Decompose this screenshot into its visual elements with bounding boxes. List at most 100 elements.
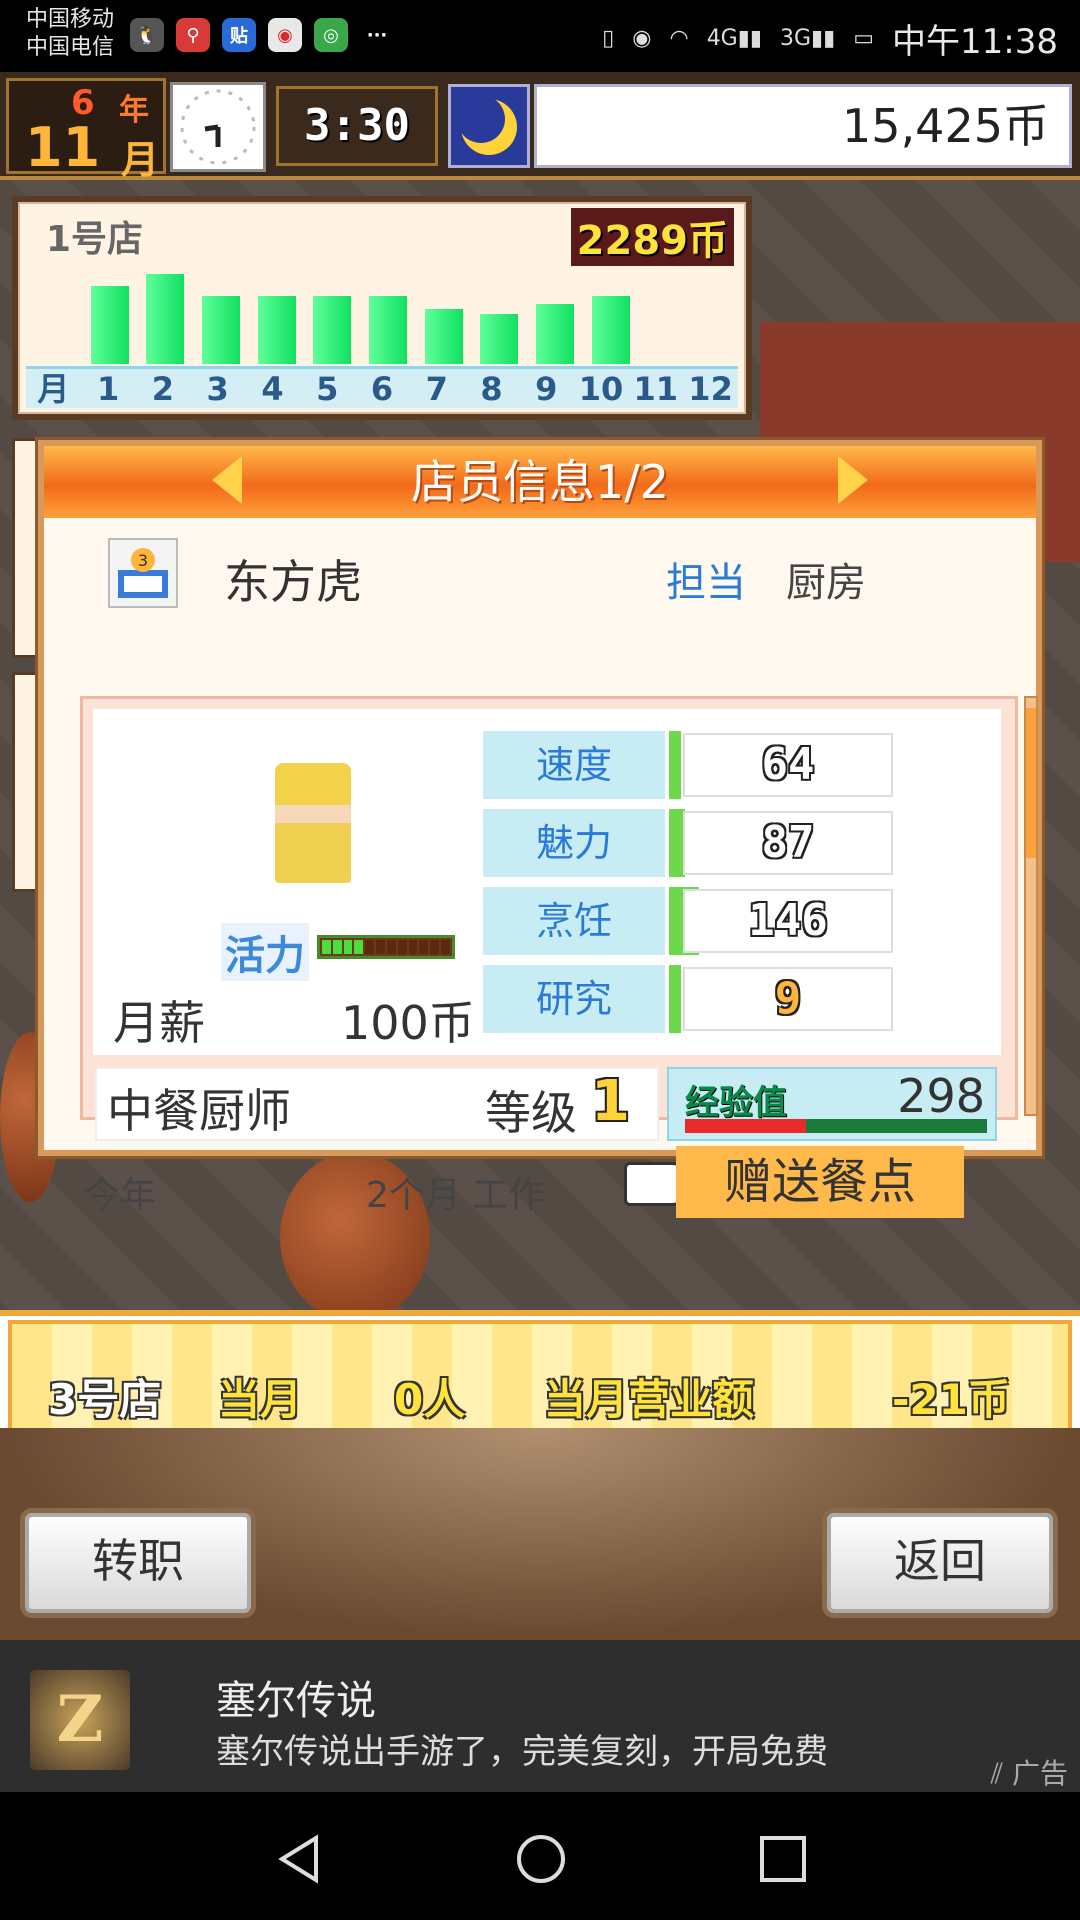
exp-label: 经验值 [685, 1083, 787, 1123]
exp-value: 298 [897, 1069, 985, 1123]
month-value: 11 [25, 116, 101, 179]
stat-speed: 速度 64 [483, 731, 893, 799]
scrollbar-thumb[interactable] [1026, 708, 1036, 858]
date-display: 6 年 11 月 [6, 78, 166, 182]
store-sales-panel[interactable]: 1号店 2289币 月 1 2 3 4 5 6 7 8 9 10 11 12 [12, 196, 752, 420]
status-bar: 中国移动 中国电信 🐧 ⚲ 贴 ◉ ◎ ··· ▯ ◉ ◠ 4G▮▮ 3G▮▮ … [0, 0, 1080, 72]
moon-icon [448, 84, 530, 168]
transfer-button[interactable]: 转职 [20, 1508, 256, 1618]
month-tick-label: 9 [535, 370, 558, 408]
month-tick-label: 3 [206, 370, 229, 408]
month-tick-label: 5 [316, 370, 339, 408]
stat-label: 魅力 [483, 809, 665, 877]
stat-label: 速度 [483, 731, 665, 799]
dept-label: 担当 [666, 560, 746, 606]
month-axis-label: 月 [37, 370, 70, 408]
stat-charm: 魅力 87 [483, 809, 893, 877]
notification-icons: 🐧 ⚲ 贴 ◉ ◎ ··· [130, 18, 394, 52]
ad-title[interactable]: 塞尔传说 [216, 1668, 376, 1726]
app-icon: ◎ [314, 18, 348, 52]
ticker-store: 3号店 [48, 1375, 162, 1424]
map-icon: ⚲ [176, 18, 210, 52]
vitality-segment [322, 940, 331, 954]
vitality-label: 活力 [221, 923, 309, 981]
weibo-icon: ◉ [268, 18, 302, 52]
prev-page-arrow-icon[interactable] [212, 456, 242, 504]
sales-bar [201, 296, 240, 364]
carrier-secondary: 中国电信 [26, 35, 115, 60]
vitality-segment [365, 940, 375, 954]
month-tick-label: 12 [688, 370, 733, 408]
gift-meal-button[interactable]: 赠送餐点 [676, 1146, 964, 1218]
level-value: 1 [591, 1069, 630, 1134]
wifi-icon: ◠ [669, 26, 689, 51]
dialog-header: 店员信息1/2 [44, 446, 1036, 518]
vitality-segment [430, 940, 440, 954]
month-tick-label: 1 [97, 370, 120, 408]
exp-bar [685, 1119, 987, 1133]
year-label: 今年 [84, 1175, 157, 1216]
stat-gauge [669, 731, 681, 799]
nav-home-icon[interactable] [514, 1832, 568, 1886]
dialog-title: 店员信息1/2 [410, 455, 670, 509]
game-time: 3:30 [276, 86, 438, 166]
job-title: 中餐厨师 [107, 1084, 291, 1138]
sales-bar [480, 314, 519, 364]
qq-icon: 🐧 [130, 18, 164, 52]
salary-value: 100币 [341, 996, 475, 1050]
tieba-icon: 贴 [222, 18, 256, 52]
stat-research: 研究 9 [483, 965, 893, 1033]
eye-icon: ◉ [632, 26, 652, 51]
month-tick-label: 6 [370, 370, 394, 408]
salary-label: 月薪 [113, 996, 205, 1050]
store-name: 1号店 [46, 219, 144, 260]
employee-info-panel: 活力 月薪 100币 速度 64 魅力 87 烹饪 146 研究 9 中餐厨师 … [80, 696, 1018, 1141]
month-tick-label: 4 [261, 370, 284, 408]
sales-bar [591, 296, 630, 364]
vitality-segment [408, 940, 418, 954]
month-label: 月 [121, 138, 160, 182]
vitality-segment [332, 940, 342, 954]
nav-back-icon[interactable] [272, 1832, 326, 1886]
ad-description[interactable]: 塞尔传说出手游了，完美复刻，开局免费 [216, 1724, 828, 1773]
sales-bar [313, 296, 352, 364]
navigation-bar [0, 1792, 1080, 1920]
dialog-scrollbar[interactable] [1024, 696, 1038, 1116]
ticker-sales-value: -21币 [892, 1375, 1010, 1424]
vitality-segment [397, 940, 407, 954]
stats-table: 速度 64 魅力 87 烹饪 146 研究 9 [483, 731, 893, 1037]
level-label: 等级 [485, 1086, 577, 1140]
ad-banner[interactable]: Z 塞尔传说 塞尔传说出手游了，完美复刻，开局免费 ⫽ 广告 [0, 1640, 1080, 1792]
vitality-segment [386, 940, 396, 954]
stat-label: 研究 [483, 965, 665, 1033]
carrier-primary: 中国移动 [26, 7, 115, 32]
month-tick-label: 8 [480, 370, 503, 408]
employee-rank-icon: 3 [108, 538, 178, 608]
ad-app-icon[interactable]: Z [30, 1670, 130, 1770]
ticker-count: 0人 [394, 1375, 466, 1424]
sales-bar [536, 304, 575, 364]
clock-time: 中午11:38 [892, 22, 1058, 62]
employee-name: 东方虎 [224, 555, 362, 609]
clock-icon [170, 82, 266, 172]
employee-info-inner: 活力 月薪 100币 速度 64 魅力 87 烹饪 146 研究 9 [93, 709, 1001, 1055]
chef-character-sprite [275, 763, 351, 883]
back-button[interactable]: 返回 [822, 1508, 1058, 1618]
job-row: 中餐厨师 等级 1 [95, 1067, 659, 1141]
game-area: 6 年 11 月 3:30 15,425币 1号店 2289币 月 123456… [0, 72, 1080, 1640]
sales-bar [90, 286, 129, 364]
vitality-segment [441, 940, 450, 954]
signal-4g-icon: 4G▮▮ [706, 26, 762, 51]
month-axis: 月 1 2 3 4 5 6 7 8 9 10 11 12 [26, 366, 738, 408]
ad-tag: ⫽ 广告 [990, 1757, 1068, 1790]
month-tick-label: 7 [425, 370, 448, 408]
exp-bar-fill [685, 1119, 806, 1133]
stat-label: 烹饪 [483, 887, 665, 955]
action-bar: 转职 返回 [0, 1428, 1080, 1640]
stat-value: 87 [683, 811, 893, 875]
next-page-arrow-icon[interactable] [838, 456, 868, 504]
nav-recents-icon[interactable] [756, 1832, 810, 1886]
month-tick-label: 10 [578, 370, 624, 408]
ticker-sales-label: 当月营业额 [544, 1375, 755, 1424]
staff-info-dialog: 店员信息1/2 3 东方虎 担当 厨房 活力 月薪 100币 速度 64 魅力 … [38, 440, 1042, 1218]
